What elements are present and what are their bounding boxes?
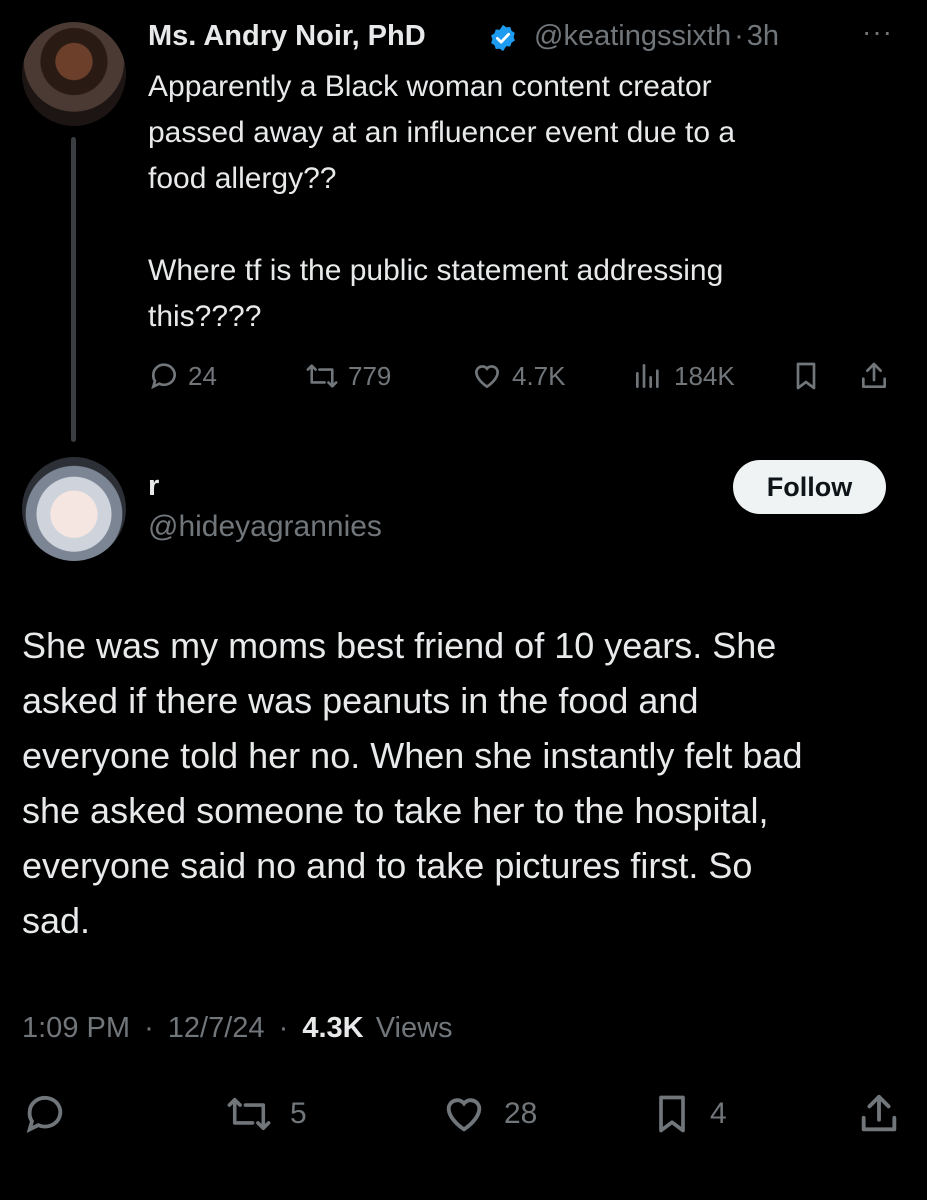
- bookmark-action-button[interactable]: 4: [650, 1090, 727, 1138]
- repost-action-button[interactable]: 5: [224, 1090, 307, 1138]
- follow-button[interactable]: Follow: [733, 460, 886, 514]
- reply-icon: [26, 1095, 63, 1133]
- tweet-meta: 1:09 PM · 12/7/24 · 4.3K Views: [22, 1012, 453, 1044]
- avatar-keatingssixth[interactable]: [22, 22, 126, 126]
- repost-count: 779: [348, 360, 392, 391]
- avatar-hideyagrannies[interactable]: [22, 457, 126, 561]
- views-button[interactable]: 184K: [630, 358, 735, 394]
- views-total[interactable]: 4.3K: [302, 1012, 363, 1044]
- more-options-icon[interactable]: ···: [862, 16, 893, 48]
- share-icon: [862, 362, 886, 388]
- author-name[interactable]: Ms. Andry Noir, PhD: [148, 20, 426, 53]
- like-count: 4.7K: [512, 360, 566, 391]
- reply-button[interactable]: 24: [148, 358, 217, 394]
- reply-author-name[interactable]: r: [148, 470, 159, 503]
- reply-icon: [151, 363, 176, 390]
- views-label[interactable]: Views: [376, 1012, 453, 1044]
- views-icon: [636, 364, 659, 388]
- verified-badge-icon: [491, 24, 515, 52]
- author-handle-time[interactable]: @keatingssixth · 3h: [534, 20, 779, 53]
- thread-connector-line: [71, 137, 76, 442]
- share-icon: [861, 1094, 897, 1132]
- like-button[interactable]: 4.7K: [470, 358, 566, 394]
- bookmark-button[interactable]: [790, 358, 822, 394]
- reply-text: She was my moms best friend of 10 years.…: [22, 625, 803, 941]
- tweet-text: Apparently a Black woman content creator…: [148, 70, 736, 333]
- heart-icon: [446, 1098, 482, 1132]
- tweet-date[interactable]: 12/7/24: [168, 1012, 265, 1044]
- bookmark-count: 4: [710, 1097, 727, 1130]
- repost-icon: [306, 364, 338, 388]
- share-button[interactable]: [858, 358, 890, 394]
- reply-author-handle[interactable]: @hideyagrannies: [148, 510, 382, 544]
- repost-count: 5: [290, 1097, 307, 1130]
- like-count: 28: [504, 1097, 538, 1130]
- reply-count: 24: [188, 360, 217, 391]
- bookmark-icon: [796, 362, 816, 390]
- share-action-button[interactable]: [856, 1090, 902, 1138]
- heart-icon: [474, 365, 500, 389]
- repost-icon: [227, 1097, 271, 1131]
- tweet-time[interactable]: 1:09 PM: [22, 1012, 130, 1044]
- bookmark-icon: [659, 1095, 685, 1133]
- reply-action-button[interactable]: [22, 1090, 68, 1138]
- views-count: 184K: [674, 360, 735, 391]
- repost-button[interactable]: 779: [304, 358, 391, 394]
- like-action-button[interactable]: 28: [440, 1090, 537, 1138]
